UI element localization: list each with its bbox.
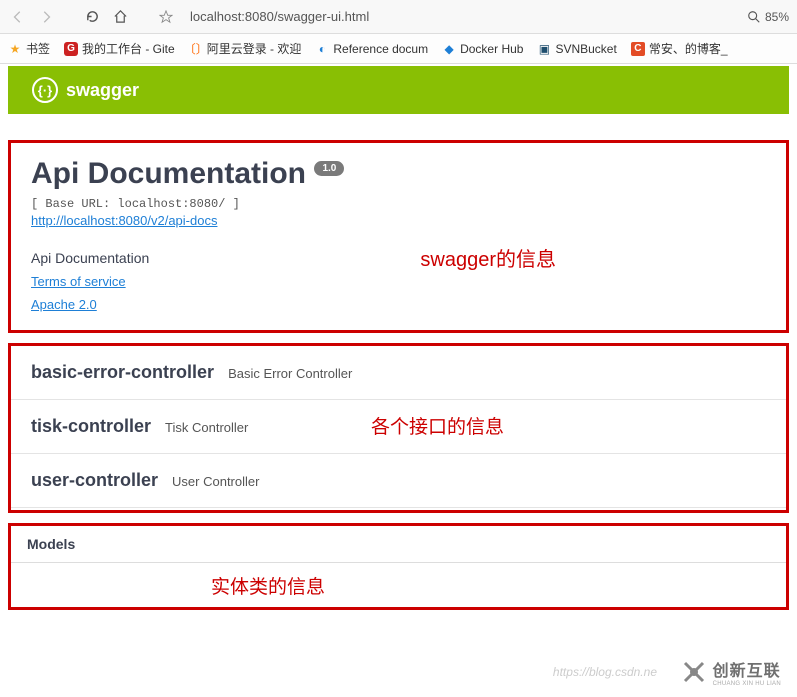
bookmark-label: Docker Hub [460, 42, 523, 56]
swagger-icon: {·} [32, 77, 58, 103]
site-icon: 〔〕 [189, 42, 203, 56]
watermark-text-en: CHUANG XIN HU LIAN [713, 681, 781, 687]
controller-row[interactable]: user-controller User Controller [11, 454, 786, 508]
controller-description: Tisk Controller [165, 420, 248, 435]
controller-name: user-controller [31, 470, 158, 491]
watermark-logo: 创新互联 CHUANG XIN HU LIAN [673, 653, 787, 691]
controller-description: Basic Error Controller [228, 366, 352, 381]
browser-toolbar: localhost:8080/swagger-ui.html 85% [0, 0, 797, 34]
site-icon: G [64, 42, 78, 56]
swagger-logo[interactable]: {·} swagger [32, 77, 139, 103]
bookmark-label: 阿里云登录 - 欢迎 [207, 40, 302, 57]
api-description: Api Documentation [31, 250, 766, 266]
url-bar[interactable]: localhost:8080/swagger-ui.html [184, 9, 739, 24]
bookmark-label: 书签 [26, 40, 50, 57]
api-info-section: Api Documentation 1.0 [ Base URL: localh… [8, 140, 789, 333]
models-section: Models 实体类的信息 [8, 523, 789, 610]
bookmark-item[interactable]: ▣ SVNBucket [537, 42, 616, 56]
back-button[interactable] [8, 7, 28, 27]
bookmark-label: 我的工作台 - Gite [82, 40, 175, 57]
bookmarks-bar: ★ 书签 G 我的工作台 - Gite 〔〕 阿里云登录 - 欢迎 ◐ Refe… [0, 34, 797, 64]
zoom-value: 85% [765, 10, 789, 24]
bookmark-item[interactable]: ◐ Reference docum [315, 42, 428, 56]
bookmark-label: SVNBucket [555, 42, 616, 56]
annotation-text: 各个接口的信息 [371, 412, 504, 439]
controller-description: User Controller [172, 474, 259, 489]
site-icon: ▣ [537, 42, 551, 56]
reload-button[interactable] [82, 7, 102, 27]
annotation-text: 实体类的信息 [211, 572, 325, 599]
bookmark-item[interactable]: 〔〕 阿里云登录 - 欢迎 [189, 40, 302, 57]
bookmark-item[interactable]: G 我的工作台 - Gite [64, 40, 175, 57]
swagger-brand-text: swagger [66, 80, 139, 101]
license-link[interactable]: Apache 2.0 [31, 297, 766, 312]
forward-button[interactable] [36, 7, 56, 27]
home-button[interactable] [110, 7, 130, 27]
terms-of-service-link[interactable]: Terms of service [31, 274, 766, 289]
watermark-icon [679, 657, 709, 687]
annotation-text: swagger的信息 [420, 243, 556, 272]
bookmark-item[interactable]: ◆ Docker Hub [442, 42, 523, 56]
site-icon: C [631, 42, 645, 56]
swagger-header: {·} swagger [8, 66, 789, 114]
bookmark-label: 常安、的博客_ [649, 40, 728, 57]
api-title: Api Documentation [31, 157, 306, 191]
api-docs-link[interactable]: http://localhost:8080/v2/api-docs [31, 213, 766, 228]
models-header[interactable]: Models [11, 526, 786, 563]
site-icon: ◆ [442, 42, 456, 56]
controller-name: tisk-controller [31, 416, 151, 437]
watermark-url: https://blog.csdn.ne [553, 665, 657, 679]
version-badge: 1.0 [314, 161, 344, 176]
bookmark-item[interactable]: C 常安、的博客_ [631, 40, 728, 57]
watermark-text-cn: 创新互联 [713, 663, 781, 680]
base-url: [ Base URL: localhost:8080/ ] [31, 197, 766, 211]
site-icon: ◐ [315, 42, 329, 56]
bookmark-label: Reference docum [333, 42, 428, 56]
zoom-indicator[interactable]: 85% [747, 10, 789, 24]
star-icon: ★ [8, 42, 22, 56]
controllers-section: basic-error-controller Basic Error Contr… [8, 343, 789, 513]
favorite-button[interactable] [156, 7, 176, 27]
controller-row[interactable]: basic-error-controller Basic Error Contr… [11, 346, 786, 400]
controller-name: basic-error-controller [31, 362, 214, 383]
bookmark-item[interactable]: ★ 书签 [8, 40, 50, 57]
